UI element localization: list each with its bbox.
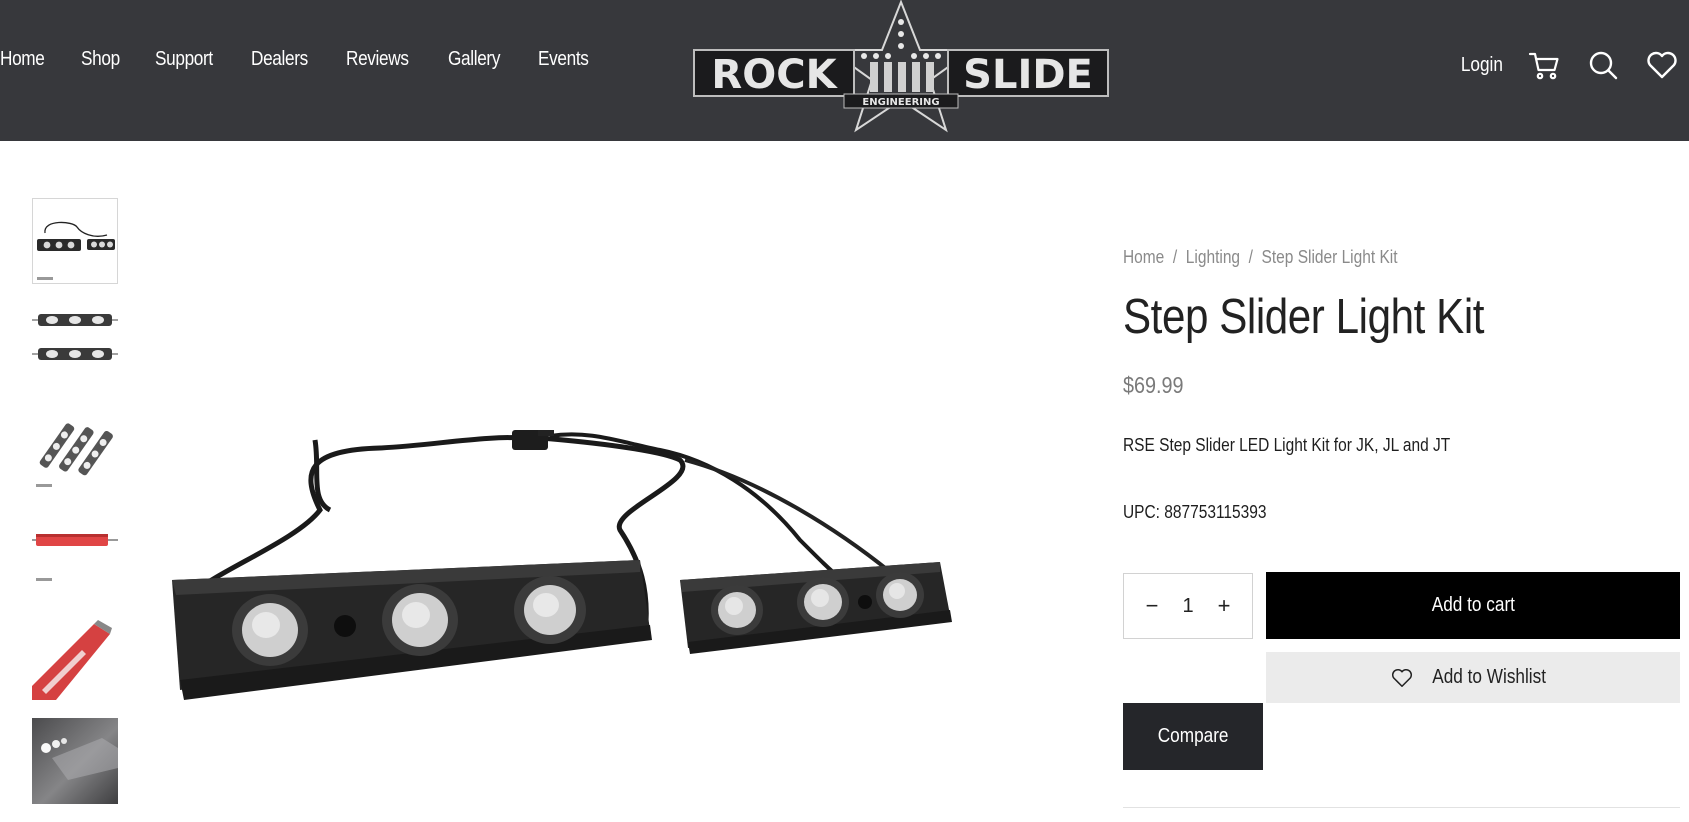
- breadcrumb: Home / Lighting / Step Slider Light Kit: [1123, 247, 1398, 268]
- thumbnail-4[interactable]: [32, 510, 118, 596]
- logo-right-text: SLIDE: [963, 52, 1093, 98]
- add-to-wishlist-button[interactable]: Add to Wishlist: [1266, 652, 1680, 703]
- thumbnail-1[interactable]: [32, 198, 118, 284]
- compare-label: Compare: [1157, 725, 1229, 747]
- main-nav: Home Shop Support Dealers Reviews Galler…: [0, 48, 625, 71]
- thumbnail-3[interactable]: [32, 406, 118, 492]
- quantity-increase-button[interactable]: +: [1214, 593, 1234, 618]
- add-to-wishlist-label: Add to Wishlist: [1432, 666, 1546, 688]
- search-icon[interactable]: [1586, 48, 1620, 82]
- nav-support[interactable]: Support: [155, 48, 213, 71]
- rock-slide-logo[interactable]: ROCK SLIDE ENGINEERING: [692, 0, 1110, 135]
- logo-left-text: ROCK: [711, 52, 838, 98]
- breadcrumb-lighting[interactable]: Lighting: [1186, 247, 1240, 268]
- thumbnail-5[interactable]: [32, 614, 118, 700]
- heart-icon: [1391, 668, 1412, 687]
- thumbnail-list: [32, 198, 120, 822]
- product-description: RSE Step Slider LED Light Kit for JK, JL…: [1123, 435, 1451, 455]
- product-title: Step Slider Light Kit: [1123, 290, 1485, 344]
- quantity-value[interactable]: 1: [1182, 595, 1193, 618]
- quantity-stepper: − 1 +: [1123, 573, 1253, 639]
- add-to-cart-label: Add to cart: [1431, 594, 1515, 616]
- add-to-cart-button[interactable]: Add to cart: [1266, 572, 1680, 639]
- nav-home[interactable]: Home: [0, 48, 45, 71]
- product-main-image[interactable]: [140, 430, 1040, 760]
- thumbnail-2[interactable]: [32, 302, 118, 388]
- site-header: Home Shop Support Dealers Reviews Galler…: [0, 0, 1689, 141]
- breadcrumb-separator: /: [1248, 247, 1253, 267]
- product-price: $69.99: [1123, 372, 1184, 398]
- nav-dealers[interactable]: Dealers: [251, 48, 308, 71]
- breadcrumb-home[interactable]: Home: [1123, 247, 1164, 268]
- nav-shop[interactable]: Shop: [81, 48, 120, 71]
- header-actions: Login: [1454, 40, 1689, 90]
- compare-button[interactable]: Compare: [1123, 703, 1263, 770]
- thumbnail-6[interactable]: [32, 718, 118, 804]
- section-divider: [1123, 807, 1680, 808]
- cart-icon[interactable]: [1527, 48, 1561, 82]
- login-link[interactable]: Login: [1461, 54, 1503, 77]
- heart-icon[interactable]: [1645, 48, 1679, 82]
- nav-events[interactable]: Events: [538, 48, 589, 71]
- breadcrumb-current: Step Slider Light Kit: [1261, 247, 1398, 267]
- nav-gallery[interactable]: Gallery: [448, 48, 500, 71]
- nav-reviews[interactable]: Reviews: [346, 48, 409, 71]
- product-upc: UPC: 887753115393: [1123, 502, 1267, 522]
- logo-sub-text: ENGINEERING: [862, 97, 939, 108]
- quantity-decrease-button[interactable]: −: [1142, 593, 1162, 618]
- breadcrumb-separator: /: [1172, 247, 1178, 267]
